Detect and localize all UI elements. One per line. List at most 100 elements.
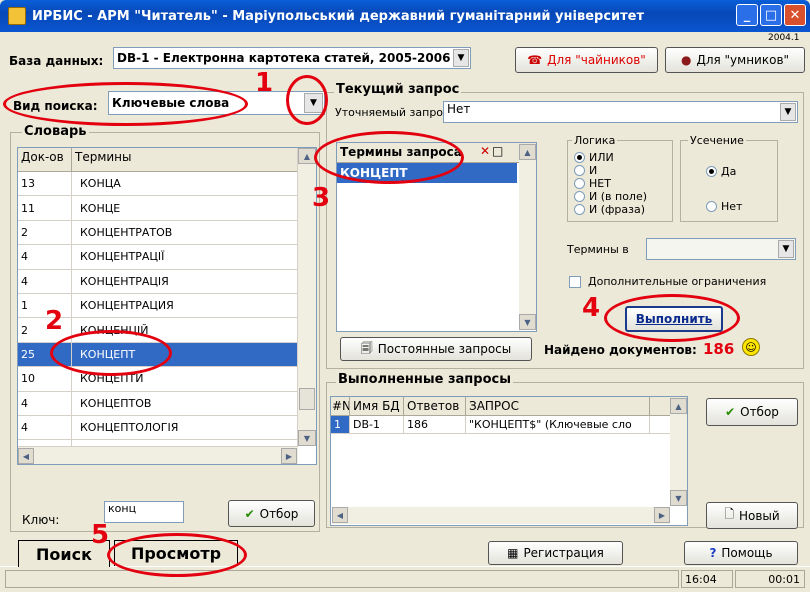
status-time: 16:04	[681, 570, 733, 588]
logic-and-radio[interactable]: И	[574, 164, 647, 177]
maximize-button[interactable]: □	[760, 4, 782, 26]
executed-title: Выполненные запросы	[336, 372, 513, 387]
annotation-oval-concept	[50, 330, 172, 376]
table-row[interactable]: 4 КОНЦЕНТРАЦІЯ	[18, 269, 316, 294]
scroll-down-icon[interactable]: ▼	[298, 430, 316, 446]
doc-count-cell: 11	[18, 196, 72, 220]
scroll-left-icon[interactable]: ◀	[332, 507, 348, 523]
scroll-down-icon[interactable]: ▼	[519, 314, 536, 330]
terms-in-label: Термины в	[567, 243, 629, 256]
scroll-right-icon[interactable]: ▶	[654, 507, 670, 523]
annotation-oval-dropdown	[286, 75, 328, 125]
term-cell: КОНЦЕНТРАЦИЯ	[80, 299, 174, 313]
dictionary-select-button[interactable]: ✔ Отбор	[228, 500, 315, 527]
doc-count-cell: 4	[18, 391, 72, 415]
register-icon: ▦	[507, 546, 519, 560]
logic-and-phrase-radio[interactable]: И (фраза)	[574, 203, 647, 216]
logic-or-radio[interactable]: ИЛИ	[574, 151, 647, 164]
key-input[interactable]: конц	[104, 501, 184, 523]
column-header-db[interactable]: Имя БД	[350, 397, 404, 415]
doc-count-cell: 4	[18, 415, 72, 440]
term-cell: КОНЦЕНТРАЦІЯ	[80, 274, 169, 288]
terms-in-select[interactable]: ▼	[646, 238, 796, 260]
chevron-down-icon[interactable]: ▼	[453, 49, 469, 67]
column-header-query[interactable]: ЗАПРОС	[466, 397, 650, 415]
scroll-thumb[interactable]	[299, 388, 315, 410]
term-cell: КОНЦЕНТРАТОВ	[80, 225, 173, 239]
minimize-button[interactable]: _	[736, 4, 758, 26]
app-icon	[8, 7, 26, 25]
column-header-count[interactable]: Док-ов	[18, 148, 72, 171]
db-value: DB-1 - Електронна картотека статей, 2005…	[117, 51, 464, 65]
logic-and-field-radio[interactable]: И (в поле)	[574, 190, 647, 203]
table-row[interactable]: 4 КОНЦЕНТРАЦІЇ	[18, 245, 316, 270]
column-header-terms[interactable]: Термины	[72, 148, 298, 171]
logic-options: ИЛИ И НЕТ И (в поле) И (фраза)	[574, 151, 647, 216]
smiley-icon: ☺	[742, 338, 760, 356]
status-bar	[5, 570, 679, 588]
terms-scrollbar[interactable]: ▲ ▼	[519, 144, 536, 330]
truncation-yes-radio[interactable]: Да	[706, 165, 736, 178]
close-button[interactable]: ✕	[784, 4, 806, 26]
doc-count-cell: 2	[18, 220, 72, 245]
checkbox-box[interactable]	[569, 275, 581, 288]
table-row[interactable]: 10 КОНЦЕПТИ	[18, 367, 316, 392]
chevron-down-icon[interactable]: ▼	[778, 240, 794, 258]
scroll-up-icon[interactable]: ▲	[670, 398, 687, 414]
annotation-number-3: 3	[312, 183, 331, 213]
scroll-up-icon[interactable]: ▲	[519, 144, 536, 160]
dummies-button[interactable]: ☎ Для "чайников"	[515, 47, 658, 73]
scroll-right-icon[interactable]: ▶	[281, 448, 297, 464]
scroll-down-icon[interactable]: ▼	[670, 490, 687, 506]
chevron-down-icon[interactable]: ▼	[780, 103, 796, 121]
refine-label: Уточняемый запрос:	[335, 106, 453, 119]
title-bar: ИРБИС - АРМ "Читатель" - Маріупольський …	[0, 0, 810, 32]
truncation-title: Усечение	[688, 134, 746, 147]
permanent-queries-button[interactable]: 🗐 Постоянные запросы	[340, 337, 532, 361]
dictionary-hscroll[interactable]: ◀ ▶	[18, 446, 298, 464]
annotation-oval-execute	[604, 294, 740, 342]
found-label: Найдено документов:	[544, 343, 697, 357]
annotation-oval-terms	[314, 131, 464, 184]
executed-table[interactable]: #N Имя БД Ответов ЗАПРОС 1 DB-1 186 "КОН…	[330, 396, 688, 526]
column-header-answers[interactable]: Ответов	[404, 397, 466, 415]
found-count: 186	[703, 340, 735, 358]
window-icon[interactable]: □	[491, 143, 503, 162]
refine-select[interactable]: Нет ▼	[443, 101, 798, 123]
extra-limits-checkbox[interactable]: Дополнительные ограничения	[569, 275, 766, 288]
logic-title: Логика	[572, 134, 618, 147]
table-row[interactable]: 4 КОНЦЕПТОВ	[18, 391, 316, 416]
executed-hscroll[interactable]: ◀ ▶	[332, 507, 670, 524]
status-elapsed: 00:01	[735, 570, 805, 588]
scroll-left-icon[interactable]: ◀	[18, 448, 34, 464]
doc-count-cell: 4	[18, 245, 72, 269]
help-button[interactable]: ? Помощь	[684, 541, 798, 565]
table-row[interactable]: 11 КОНЦЕ	[18, 196, 316, 221]
document-icon: 🗋	[724, 507, 734, 521]
table-row[interactable]: 4 КОНЦЕПТОЛОГІЯ	[18, 415, 316, 441]
table-row[interactable]: 1 DB-1 186 "КОНЦЕПТ$" (Ключевые сло	[331, 416, 687, 434]
term-cell: КОНЦЕ	[80, 201, 121, 215]
truncation-no-radio[interactable]: Нет	[706, 200, 742, 213]
term-cell: КОНЦЕПТОВ	[80, 396, 152, 410]
current-query-title: Текущий запрос	[334, 82, 462, 97]
column-header-n[interactable]: #N	[331, 397, 350, 415]
smart-button[interactable]: ● Для "умников"	[665, 47, 805, 73]
doc-count-cell: 4	[18, 269, 72, 293]
register-button[interactable]: ▦ Регистрация	[488, 541, 623, 565]
executed-select-button[interactable]: ✔ Отбор	[706, 398, 798, 426]
annotation-oval-search-type	[3, 82, 248, 126]
dictionary-title: Словарь	[22, 124, 89, 139]
executed-scrollbar[interactable]: ▲ ▼	[670, 398, 687, 506]
annotation-number-4: 4	[582, 293, 601, 323]
new-button[interactable]: 🗋 Новый	[706, 502, 798, 529]
logic-not-radio[interactable]: НЕТ	[574, 177, 647, 190]
phone-icon: ☎	[527, 53, 543, 67]
table-row[interactable]: 13 КОНЦА	[18, 172, 316, 197]
question-icon: ?	[709, 546, 717, 560]
brain-icon: ●	[680, 53, 692, 67]
key-label: Ключ:	[22, 513, 60, 527]
db-select[interactable]: DB-1 - Електронна картотека статей, 2005…	[113, 47, 471, 69]
table-row[interactable]: 2 КОНЦЕНТРАТОВ	[18, 220, 316, 246]
delete-icon[interactable]: ✕	[479, 143, 491, 162]
